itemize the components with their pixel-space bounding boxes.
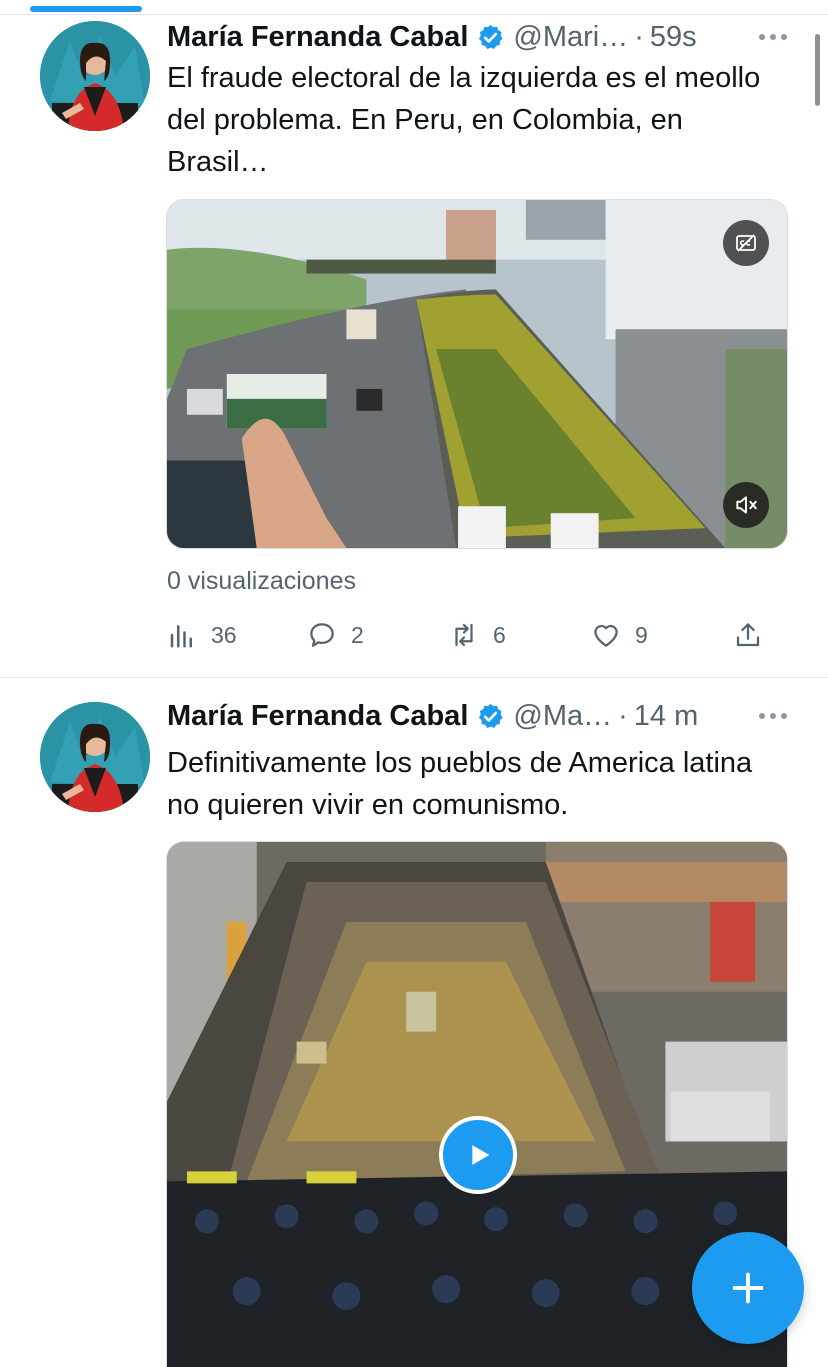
tweet-header: María Fernanda Cabal @Mari… · 59s	[167, 17, 788, 57]
retweet-count: 6	[493, 621, 506, 648]
view-count: 0 visualizaciones	[167, 567, 356, 595]
active-tab-indicator	[30, 6, 142, 12]
share-button[interactable]	[733, 617, 763, 653]
tweet[interactable]: María Fernanda Cabal @Mari… · 59s El fra…	[0, 14, 828, 678]
captions-icon[interactable]	[723, 220, 769, 266]
avatar[interactable]	[40, 702, 150, 812]
tweet-text: El fraude electoral de la izquierda es e…	[167, 62, 761, 178]
more-icon[interactable]	[758, 17, 788, 57]
tweet-header: María Fernanda Cabal @Ma… · 14 m	[167, 696, 788, 736]
timestamp[interactable]: 14 m	[634, 700, 698, 733]
play-icon[interactable]	[439, 1116, 517, 1194]
timestamp[interactable]: 59s	[650, 21, 697, 54]
reply-button[interactable]: 2	[307, 617, 364, 653]
more-icon[interactable]	[758, 696, 788, 736]
verified-badge-icon	[479, 703, 503, 728]
like-count: 9	[635, 621, 648, 648]
author-name[interactable]: María Fernanda Cabal	[167, 21, 468, 54]
author-name[interactable]: María Fernanda Cabal	[167, 700, 468, 733]
reply-count: 2	[351, 621, 364, 648]
plus-icon	[732, 1272, 764, 1304]
retweet-icon	[455, 623, 473, 647]
author-handle[interactable]: @Ma…	[513, 700, 612, 733]
avatar[interactable]	[40, 21, 150, 131]
retweet-button[interactable]: 6	[449, 617, 506, 653]
heart-icon	[594, 624, 618, 647]
separator-dot: ·	[634, 20, 644, 53]
analytics-icon	[170, 625, 192, 648]
like-button[interactable]: 9	[591, 617, 648, 653]
analytics-count: 36	[211, 621, 237, 648]
reply-icon	[310, 623, 334, 647]
author-handle[interactable]: @Mari…	[513, 21, 628, 54]
share-icon	[736, 623, 760, 647]
verified-badge-icon	[479, 24, 503, 49]
tweet-video[interactable]	[166, 199, 788, 549]
analytics-button[interactable]: 36	[167, 617, 237, 653]
video-frame	[167, 200, 787, 548]
action-bar: 36 2 6 9	[167, 617, 767, 653]
mute-icon[interactable]	[723, 482, 769, 528]
tweet-text: Definitivamente los pueblos de America l…	[167, 747, 753, 821]
separator-dot: ·	[618, 699, 628, 732]
compose-button[interactable]	[692, 1232, 804, 1344]
